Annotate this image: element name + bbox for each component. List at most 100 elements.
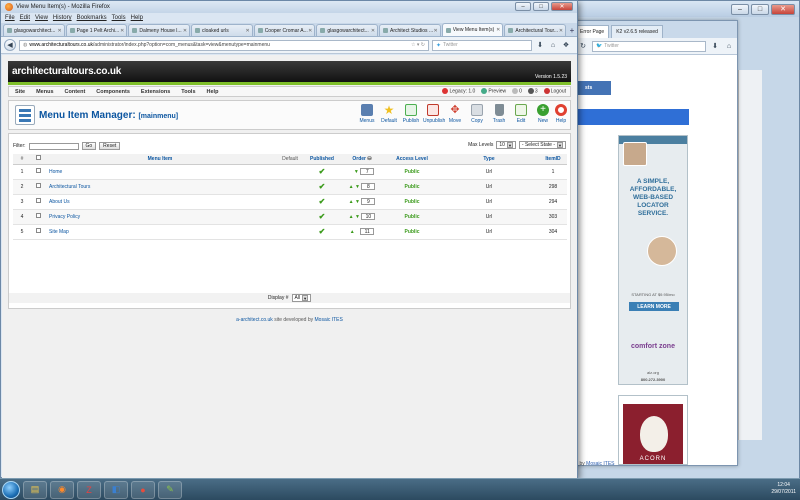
tab-close-icon[interactable]: ✕: [120, 28, 124, 34]
bg-footnote-link[interactable]: Mosaic ITES: [586, 461, 614, 467]
order-arrows-icon[interactable]: ▲: [350, 229, 359, 235]
menu-edit[interactable]: Edit: [20, 15, 30, 21]
browser-tab[interactable]: Dalmeny House l... ✕: [128, 24, 191, 36]
footer-site-link[interactable]: a-architect.co.uk: [236, 317, 273, 323]
background-browser-window[interactable]: Error Page K2 v2.6.5 released ▾ ↻ 🐦 Twit…: [560, 20, 738, 467]
row-checkbox[interactable]: [35, 213, 41, 218]
state-select[interactable]: - Select State - ▼: [518, 141, 566, 149]
tab-close-icon[interactable]: ✕: [183, 28, 187, 34]
messages-count[interactable]: 0: [512, 88, 522, 94]
filezilla-icon[interactable]: Z: [77, 480, 101, 499]
logout-link[interactable]: Logout: [543, 88, 566, 94]
published-check-icon[interactable]: ✔: [319, 182, 326, 191]
chrome-icon[interactable]: ●: [131, 480, 155, 499]
new-tab-icon[interactable]: +: [567, 24, 577, 36]
menu-tools[interactable]: Tools: [112, 15, 126, 21]
cms-menu-extensions[interactable]: Extensions: [141, 89, 170, 95]
cms-menu-content[interactable]: Content: [65, 89, 86, 95]
order-input[interactable]: 7: [360, 168, 375, 175]
published-check-icon[interactable]: ✔: [319, 212, 326, 221]
cms-menu-site[interactable]: Site: [15, 89, 25, 95]
bg-tab-k2[interactable]: K2 v2.6.5 released: [611, 25, 663, 38]
order-arrows-icon[interactable]: ▲ ▼: [349, 184, 360, 190]
explorer-icon[interactable]: ▤: [23, 480, 47, 499]
menu-item-link[interactable]: Home: [45, 164, 275, 180]
row-checkbox[interactable]: [35, 183, 41, 188]
order-arrows-icon[interactable]: ▲ ▼: [349, 199, 360, 205]
ad-learn-more-button[interactable]: LEARN MORE: [629, 302, 679, 311]
cms-menu-components[interactable]: Components: [96, 89, 130, 95]
paint-icon[interactable]: ◧: [104, 480, 128, 499]
footer-developer-link[interactable]: Mosaic ITES: [315, 317, 343, 323]
reset-button[interactable]: Reset: [99, 142, 121, 150]
col-access-level[interactable]: Access Level: [385, 154, 439, 165]
order-input[interactable]: 10: [361, 213, 376, 220]
browser-tab[interactable]: Architect Studios ... ✕: [379, 24, 441, 36]
minimize-icon[interactable]: –: [515, 2, 531, 11]
menu-history[interactable]: History: [53, 15, 72, 21]
toolbar-move-button[interactable]: ✥ Move: [445, 104, 465, 124]
bg-tab-error-page[interactable]: Error Page: [575, 25, 610, 38]
firefox-taskbar-icon[interactable]: ◉: [50, 480, 74, 499]
order-input[interactable]: 8: [361, 183, 376, 190]
published-check-icon[interactable]: ✔: [319, 167, 326, 176]
cms-menu-tools[interactable]: Tools: [181, 89, 195, 95]
menu-item-link[interactable]: About Us: [45, 194, 275, 210]
close-icon[interactable]: ✕: [551, 2, 573, 11]
access-level-link[interactable]: Public: [385, 194, 439, 210]
toolbar-edit-button[interactable]: Edit: [511, 104, 531, 124]
addon-icon[interactable]: ❖: [561, 40, 571, 50]
url-bar[interactable]: ◍ www.architecturaltours.co.uk/administr…: [19, 39, 429, 51]
order-input[interactable]: 11: [360, 228, 375, 235]
advertisement-locator[interactable]: A SIMPLE, AFFORDABLE, WEB-BASED LOCATOR …: [618, 135, 688, 385]
col-published[interactable]: Published: [305, 154, 339, 165]
toolbar-new-button[interactable]: + New: [533, 104, 553, 124]
users-count[interactable]: 3: [527, 88, 538, 94]
browser-tab[interactable]: glasgowarchitect... ✕: [3, 24, 65, 36]
toolbar-publish-button[interactable]: Publish: [401, 104, 421, 124]
published-check-icon[interactable]: ✔: [319, 197, 326, 206]
order-arrows-icon[interactable]: ▲ ▼: [349, 214, 360, 220]
access-level-link[interactable]: Public: [385, 164, 439, 180]
browser-tab[interactable]: glasgowarchitect... ✕: [316, 24, 379, 36]
system-clock[interactable]: 12:04 29/07/2011: [771, 482, 796, 496]
download-icon[interactable]: ⬇: [535, 40, 545, 50]
refresh-icon[interactable]: ↻: [578, 41, 588, 51]
menu-item-link[interactable]: Site Map: [45, 224, 275, 240]
menu-file[interactable]: File: [5, 15, 15, 21]
browser-tab[interactable]: Architectural Tour... ✕: [504, 24, 567, 36]
firefox-window[interactable]: View Menu Item(s) - Mozilla Firefox – □ …: [0, 0, 578, 478]
access-level-link[interactable]: Public: [385, 209, 439, 225]
order-input[interactable]: 9: [361, 198, 376, 205]
published-check-icon[interactable]: ✔: [319, 227, 326, 236]
toolbar-default-button[interactable]: ★ Default: [379, 104, 399, 124]
col-itemid[interactable]: ItemID: [539, 154, 567, 165]
toolbar-trash-button[interactable]: Trash: [489, 104, 509, 124]
bookmark-star-icon[interactable]: ☆ ▾ ↻: [411, 42, 425, 48]
col-order[interactable]: Order ⛁: [339, 154, 385, 165]
tab-close-icon[interactable]: ✕: [245, 28, 249, 34]
toolbar-unpublish-button[interactable]: Unpublish: [423, 104, 445, 124]
toolbar-copy-button[interactable]: Copy: [467, 104, 487, 124]
maximize-icon[interactable]: □: [533, 2, 549, 11]
browser-tab[interactable]: Page 1 Pelt Archi... ✕: [65, 24, 128, 36]
close-icon[interactable]: ✕: [771, 3, 795, 15]
search-input[interactable]: ✦ Twitter: [432, 39, 532, 51]
menu-view[interactable]: View: [35, 15, 48, 21]
toolbar-menus-button[interactable]: Menus: [357, 104, 377, 124]
row-checkbox[interactable]: [35, 198, 41, 203]
browser-tab[interactable]: Cooper Cromar A... ✕: [253, 24, 316, 36]
col-select[interactable]: [31, 154, 45, 165]
access-level-link[interactable]: Public: [385, 224, 439, 240]
menu-item-link[interactable]: Privacy Policy: [45, 209, 275, 225]
display-count-select[interactable]: All ▼: [291, 294, 312, 302]
toolbar-help-button[interactable]: Help: [551, 104, 571, 124]
order-arrows-icon[interactable]: ▼: [350, 169, 359, 175]
col-type[interactable]: Type: [439, 154, 539, 165]
maximize-icon[interactable]: □: [751, 3, 769, 15]
window-titlebar[interactable]: View Menu Item(s) - Mozilla Firefox – □ …: [1, 1, 577, 13]
select-all-checkbox[interactable]: [35, 155, 41, 161]
col-menu-item[interactable]: Menu Item: [45, 154, 275, 165]
go-button[interactable]: Go: [81, 142, 97, 150]
max-levels-select[interactable]: 10 ▼: [496, 141, 516, 149]
